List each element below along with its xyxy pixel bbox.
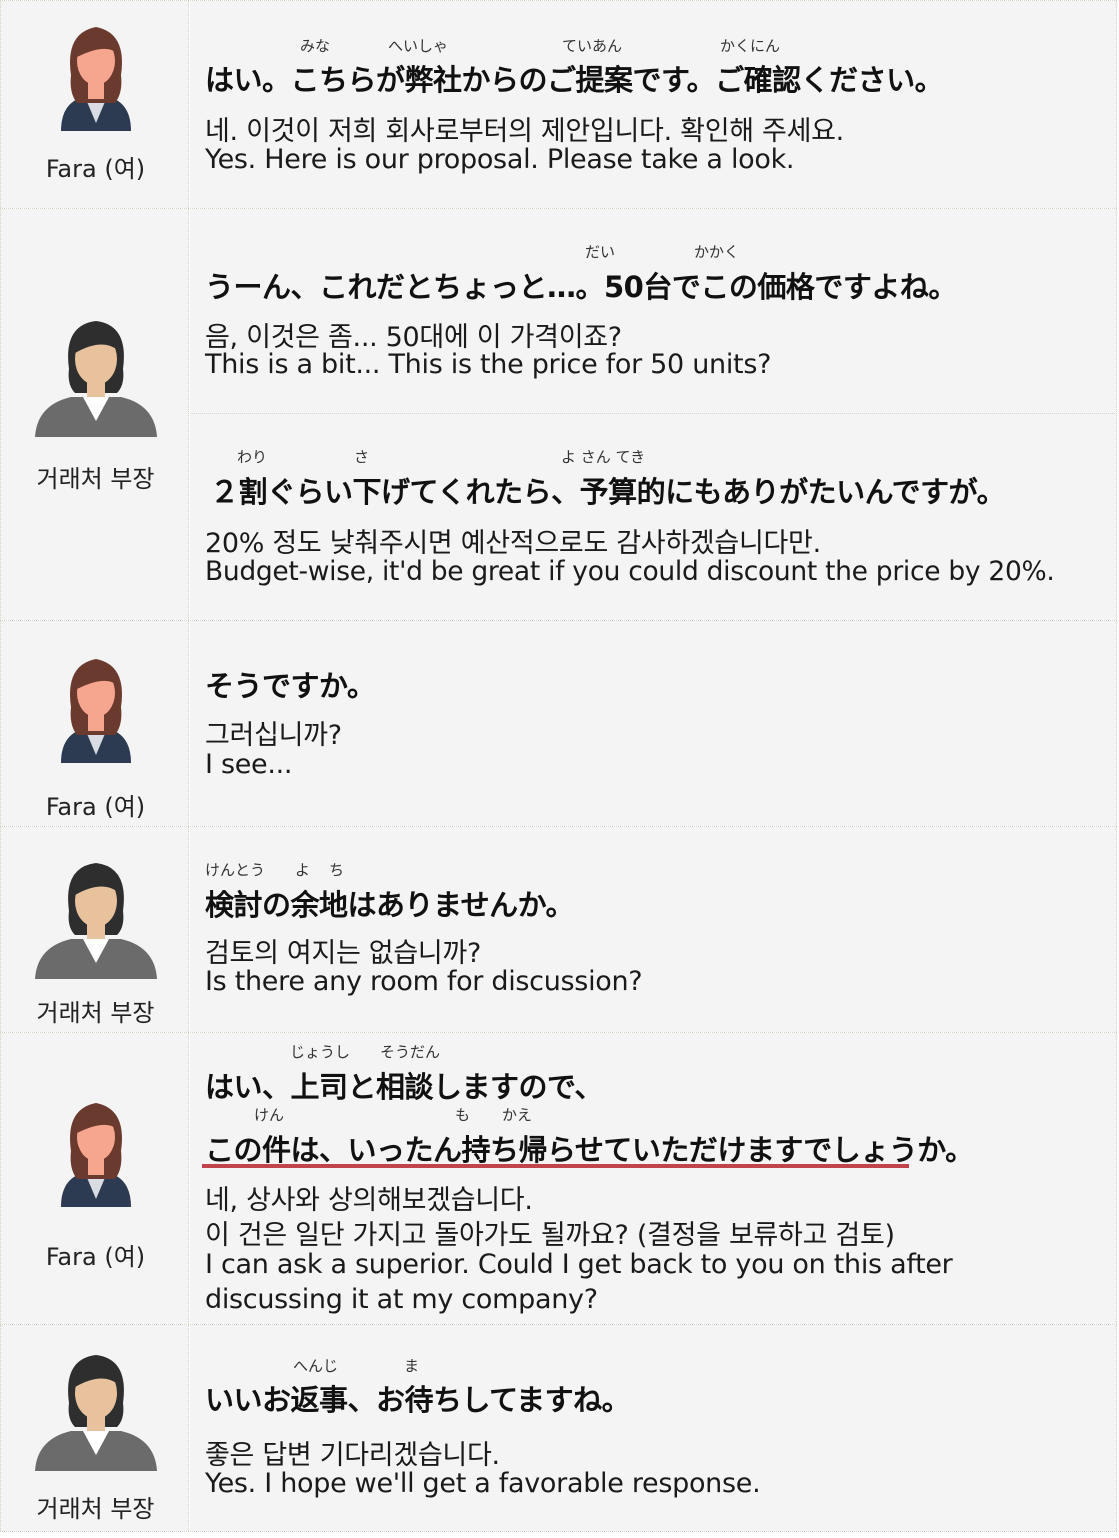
speaker-cell: Fara (여) — [0, 1033, 189, 1324]
japanese-line: いいお返事、お待ちしてますね。 — [205, 1383, 631, 1417]
speaker-cell: Fara (여) — [0, 621, 189, 826]
english-line: Budget-wise, it'd be great if you could … — [205, 556, 1055, 587]
furigana: だい — [585, 243, 616, 261]
speaker-name: 거래처 부장 — [36, 999, 155, 1027]
furigana: よ — [295, 861, 311, 879]
japanese-line: そうですか。 — [205, 669, 376, 703]
korean-line: 좋은 답변 기다리겠습니다. — [205, 1440, 500, 1471]
speaker-cell: Fara (여) — [0, 1, 189, 208]
japanese-line: ２割ぐらい下げてくれたら、予算的にもありがたいんですが。 — [210, 475, 1006, 509]
line-cell — [190, 827, 1117, 1032]
female-avatar-icon — [61, 1103, 131, 1207]
speaker-name: Fara (여) — [45, 155, 146, 183]
female-avatar-icon — [61, 659, 131, 763]
female-manager-avatar-icon — [35, 1355, 157, 1471]
furigana: も — [455, 1106, 471, 1124]
row-divider — [190, 413, 1117, 414]
furigana: わり — [237, 448, 268, 466]
japanese-line-highlighted: この件は、いったん持ち帰らせていただけますでしょうか。 — [205, 1133, 974, 1167]
japanese-line: はい。こちらが弊社からのご提案です。ご確認ください。 — [205, 63, 944, 97]
english-line: Yes. Here is our proposal. Please take a… — [205, 144, 795, 175]
korean-line: 이 건은 일단 가지고 돌아가도 될까요? (결정을 보류하고 검토) — [205, 1220, 895, 1251]
english-line: This is a bit... This is the price for 5… — [205, 349, 772, 380]
furigana: ま — [404, 1357, 420, 1375]
speaker-name: 거래처 부장 — [36, 465, 155, 493]
japanese-line: 検討の余地はありませんか。 — [205, 888, 575, 922]
female-manager-avatar-icon — [35, 321, 157, 437]
furigana: へいしゃ — [388, 37, 449, 55]
speaker-cell: 거래처 부장 — [0, 209, 189, 620]
furigana: みな — [300, 37, 331, 55]
furigana: そうだん — [380, 1043, 441, 1061]
korean-line: 20% 정도 낮춰주시면 예산적으로도 감사하겠습니다만. — [205, 528, 821, 559]
speaker-name: Fara (여) — [45, 793, 146, 821]
dialogue-row: Fara (여) じょうし そうだん はい、上司と相談しますので、 けん も か… — [0, 1032, 1117, 1324]
japanese-line: うーん、これだとちょっと…。50台でこの価格ですよね。 — [205, 270, 957, 304]
speaker-name: Fara (여) — [45, 1243, 146, 1271]
female-manager-avatar-icon — [35, 863, 157, 979]
furigana: よ さん てき — [561, 448, 646, 466]
japanese-line: はい、上司と相談しますので、 — [205, 1070, 603, 1104]
korean-line: 네, 상사와 상의해보겠습니다. — [205, 1185, 533, 1216]
english-line: discussing it at my company? — [205, 1284, 598, 1315]
line-cell — [190, 1, 1117, 208]
furigana: けん — [254, 1106, 285, 1124]
english-line: Yes. I hope we'll get a favorable respon… — [205, 1468, 761, 1499]
english-line: I see... — [205, 749, 293, 780]
english-line: I can ask a superior. Could I get back t… — [205, 1249, 953, 1280]
female-avatar-icon — [61, 27, 131, 131]
furigana: けんとう — [205, 861, 266, 879]
dialogue-table: Fara (여) みな へいしゃ ていあん かくにん はい。こちらが弊社からのご… — [0, 0, 1119, 1538]
korean-line: 네. 이것이 저희 회사로부터의 제안입니다. 확인해 주세요. — [205, 116, 844, 147]
english-line: Is there any room for discussion? — [205, 966, 643, 997]
dialogue-row: Fara (여) みな へいしゃ ていあん かくにん はい。こちらが弊社からのご… — [0, 0, 1117, 208]
dialogue-row: 거래처 부장 へんじ ま いいお返事、お待ちしてますね。 좋은 답변 기다리겠습… — [0, 1324, 1117, 1532]
furigana: かくにん — [720, 37, 781, 55]
korean-line: 검토의 여지는 없습니까? — [205, 938, 481, 969]
furigana: じょうし — [290, 1043, 351, 1061]
furigana: へんじ — [293, 1357, 339, 1375]
dialogue-row: 거래처 부장 けんとう よ ち 検討の余地はありませんか。 검토의 여지는 없습… — [0, 826, 1117, 1032]
speaker-cell: 거래처 부장 — [0, 1325, 189, 1531]
speaker-cell: 거래처 부장 — [0, 827, 189, 1032]
key-phrase-underline — [202, 1164, 909, 1168]
dialogue-row: Fara (여) そうですか。 그러십니까? I see... — [0, 620, 1117, 826]
speaker-name: 거래처 부장 — [36, 1495, 155, 1523]
furigana: さ — [354, 448, 370, 466]
dialogue-row: 거래처 부장 だい かかく うーん、これだとちょっと…。50台でこの価格ですよね… — [0, 208, 1117, 620]
furigana: かえ — [502, 1106, 533, 1124]
furigana: ていあん — [562, 37, 623, 55]
furigana: ち — [329, 861, 345, 879]
furigana: かかく — [694, 243, 740, 261]
korean-line: 그러십니까? — [205, 720, 342, 751]
